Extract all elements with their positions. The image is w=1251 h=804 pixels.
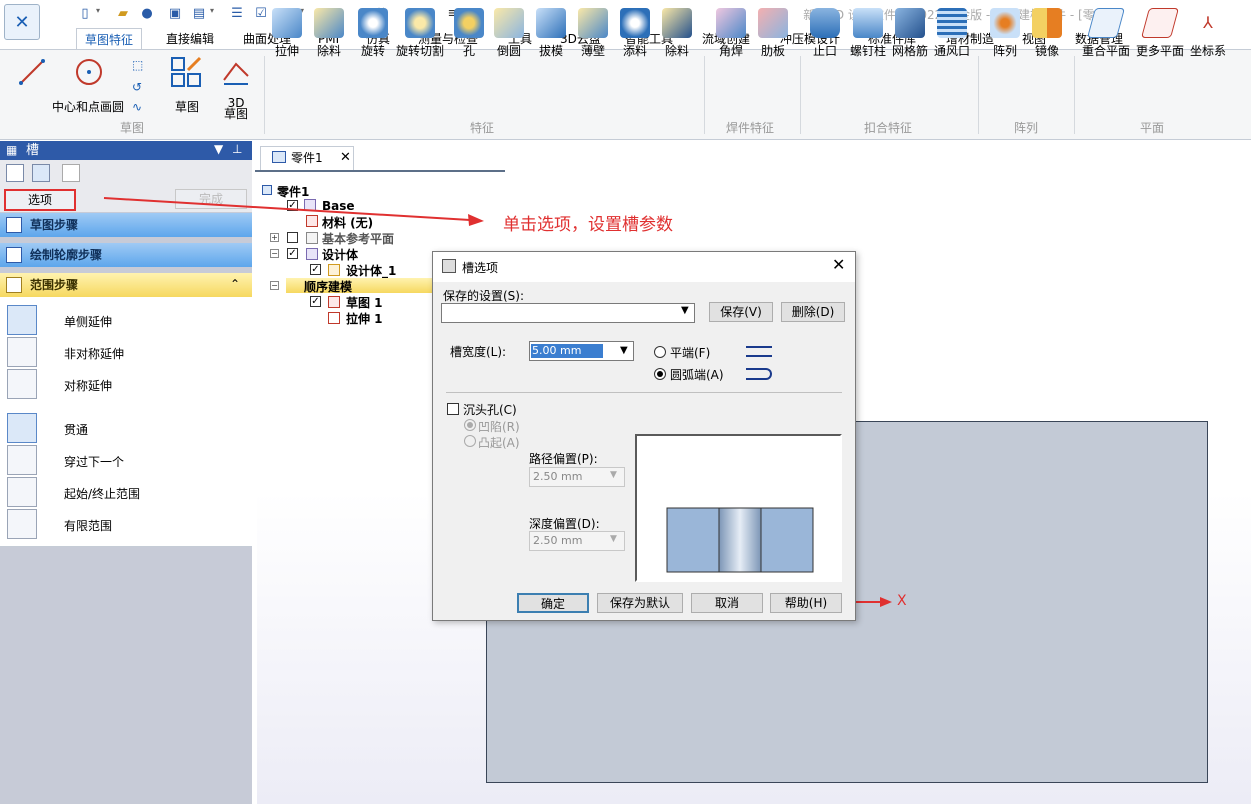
- save-as-default-button[interactable]: 保存为默认: [597, 593, 683, 613]
- flat-end-radio[interactable]: [654, 346, 666, 358]
- ok-button[interactable]: 确定: [517, 593, 589, 613]
- dialog-close-icon[interactable]: ✕: [832, 255, 845, 274]
- radio-dot: [657, 371, 663, 377]
- dialog-icon: [442, 259, 456, 273]
- chevron-down-icon: ▼: [610, 534, 617, 544]
- chevron-down-icon: ▼: [620, 345, 628, 356]
- delete-settings-button[interactable]: 删除(D): [781, 302, 845, 322]
- help-button[interactable]: 帮助(H): [770, 593, 842, 613]
- arc-end-radio[interactable]: [654, 368, 666, 380]
- path-offset-label: 路径偏置(P):: [529, 452, 598, 466]
- cancel-button[interactable]: 取消: [691, 593, 763, 613]
- slot-preview: [635, 434, 842, 582]
- raised-radio[interactable]: [464, 435, 476, 447]
- slot-width-value: 5.00 mm: [531, 344, 603, 358]
- x-axis-label: X: [897, 593, 907, 609]
- dialog-title: 槽选项: [462, 261, 499, 275]
- flat-end-icon: [746, 346, 772, 357]
- chevron-down-icon: ▼: [610, 470, 617, 480]
- dialog-divider: [446, 392, 842, 393]
- raised-label[interactable]: 凸起(A): [478, 434, 520, 451]
- slot-preview-graphic: [666, 507, 814, 573]
- annotation-text: 单击选项，设置槽参数: [503, 215, 673, 235]
- slot-width-label: 槽宽度(L):: [450, 345, 507, 359]
- saved-settings-select[interactable]: [441, 303, 695, 323]
- countersink-checkbox[interactable]: [447, 403, 459, 415]
- flat-end-label[interactable]: 平端(F): [670, 344, 710, 361]
- countersink-label[interactable]: 沉头孔(C): [463, 401, 517, 418]
- recessed-label[interactable]: 凹陷(R): [478, 418, 520, 435]
- saved-settings-label: 保存的设置(S):: [443, 289, 525, 303]
- arc-end-icon: [746, 368, 772, 380]
- radio-dot: [467, 422, 473, 428]
- recessed-radio[interactable]: [464, 419, 476, 431]
- arc-end-label[interactable]: 圆弧端(A): [670, 366, 724, 383]
- chevron-down-icon: ▼: [681, 305, 689, 316]
- depth-offset-label: 深度偏置(D):: [529, 517, 600, 531]
- save-settings-button[interactable]: 保存(V): [709, 302, 773, 322]
